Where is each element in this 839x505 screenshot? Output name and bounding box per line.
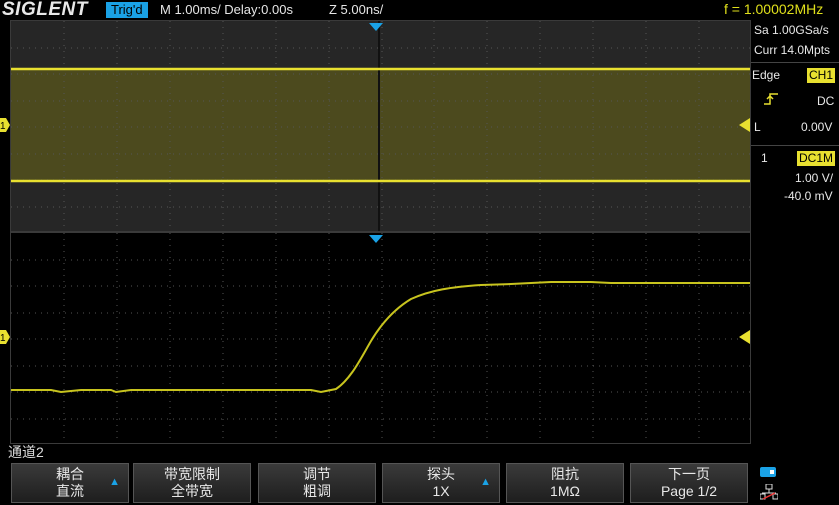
softkey-value: 粗调 bbox=[303, 483, 331, 499]
info-panel: Sa 1.00GSa/s Curr 14.0Mpts Edge CH1 DC L… bbox=[751, 20, 839, 460]
softkey-adjust[interactable]: 调节 粗调 bbox=[258, 463, 376, 503]
channel-coupling-badge: DC1M bbox=[797, 151, 836, 166]
zoom-grid bbox=[11, 233, 750, 443]
chevron-up-icon: ▲ bbox=[109, 476, 120, 488]
softkey-impedance[interactable]: 阻抗 1MΩ bbox=[506, 463, 624, 503]
zoom-region-fill bbox=[11, 68, 750, 182]
timebase-readout: M 1.00ms/ Delay:0.00s bbox=[160, 2, 293, 17]
softkey-label: 调节 bbox=[303, 466, 331, 482]
channel-number: 1 bbox=[761, 151, 768, 165]
channel-1-info[interactable]: 1 DC1M 1.00 V/ -40.0 mV bbox=[751, 148, 839, 208]
softkey-label: 下一页 bbox=[668, 466, 710, 482]
channel-1-offset-marker-main[interactable]: 1 bbox=[0, 118, 10, 137]
zoom-waveform-window[interactable] bbox=[10, 232, 751, 444]
zoom-timebase-readout: Z 5.00ns/ bbox=[329, 2, 384, 17]
memory-depth: Curr 14.0Mpts bbox=[754, 43, 831, 57]
softkey-menu: 耦合 直流 ▲ 带宽限制 全带宽 调节 粗调 探头 1X ▲ 阻抗 1MΩ 下一… bbox=[0, 460, 839, 503]
trigger-status-badge: Trig'd bbox=[106, 2, 148, 18]
softkey-value: 全带宽 bbox=[171, 483, 213, 499]
softkey-label: 带宽限制 bbox=[164, 466, 220, 482]
svg-text:1: 1 bbox=[0, 121, 6, 132]
status-bar: SIGLENT Trig'd M 1.00ms/ Delay:0.00s Z 5… bbox=[0, 0, 839, 20]
trigger-position-marker-main[interactable] bbox=[369, 20, 383, 38]
channel-scale: 1.00 V/ bbox=[795, 171, 834, 185]
menu-title: 通道2 bbox=[8, 444, 44, 460]
rising-edge-icon bbox=[764, 92, 778, 110]
frequency-readout: f = 1.00002MHz bbox=[724, 1, 824, 17]
svg-text:1: 1 bbox=[0, 333, 6, 344]
channel-offset: -40.0 mV bbox=[784, 189, 833, 203]
network-icon bbox=[759, 483, 779, 505]
trigger-source-badge: CH1 bbox=[807, 68, 836, 83]
sample-rate: Sa 1.00GSa/s bbox=[754, 23, 829, 37]
trigger-level-marker-main[interactable] bbox=[739, 118, 750, 137]
trigger-type: Edge bbox=[752, 68, 781, 82]
trigger-info[interactable]: Edge CH1 DC L 0.00V bbox=[751, 64, 839, 142]
softkey-value: 直流 bbox=[56, 483, 84, 499]
trigger-level: 0.00V bbox=[801, 120, 833, 134]
chevron-up-icon: ▲ bbox=[480, 476, 491, 488]
trigger-coupling: DC bbox=[817, 94, 835, 108]
brand-logo: SIGLENT bbox=[2, 0, 88, 20]
trigger-mode: L bbox=[754, 120, 761, 134]
channel-1-offset-marker-zoom[interactable]: 1 bbox=[0, 330, 10, 349]
main-grid bbox=[11, 21, 750, 231]
trigger-level-marker-zoom[interactable] bbox=[739, 330, 750, 349]
softkey-value: 1X bbox=[432, 483, 450, 499]
softkey-probe[interactable]: 探头 1X ▲ bbox=[382, 463, 500, 503]
main-waveform-window[interactable] bbox=[10, 20, 751, 232]
softkey-value: 1MΩ bbox=[550, 483, 580, 499]
softkey-label: 阻抗 bbox=[551, 466, 579, 482]
trigger-position-marker-zoom[interactable] bbox=[369, 232, 383, 250]
softkey-bandwidth-limit[interactable]: 带宽限制 全带宽 bbox=[133, 463, 251, 503]
usb-storage-icon bbox=[760, 466, 778, 484]
softkey-next-page[interactable]: 下一页 Page 1/2 bbox=[630, 463, 748, 503]
softkey-coupling[interactable]: 耦合 直流 ▲ bbox=[11, 463, 129, 503]
softkey-value: Page 1/2 bbox=[660, 483, 718, 499]
